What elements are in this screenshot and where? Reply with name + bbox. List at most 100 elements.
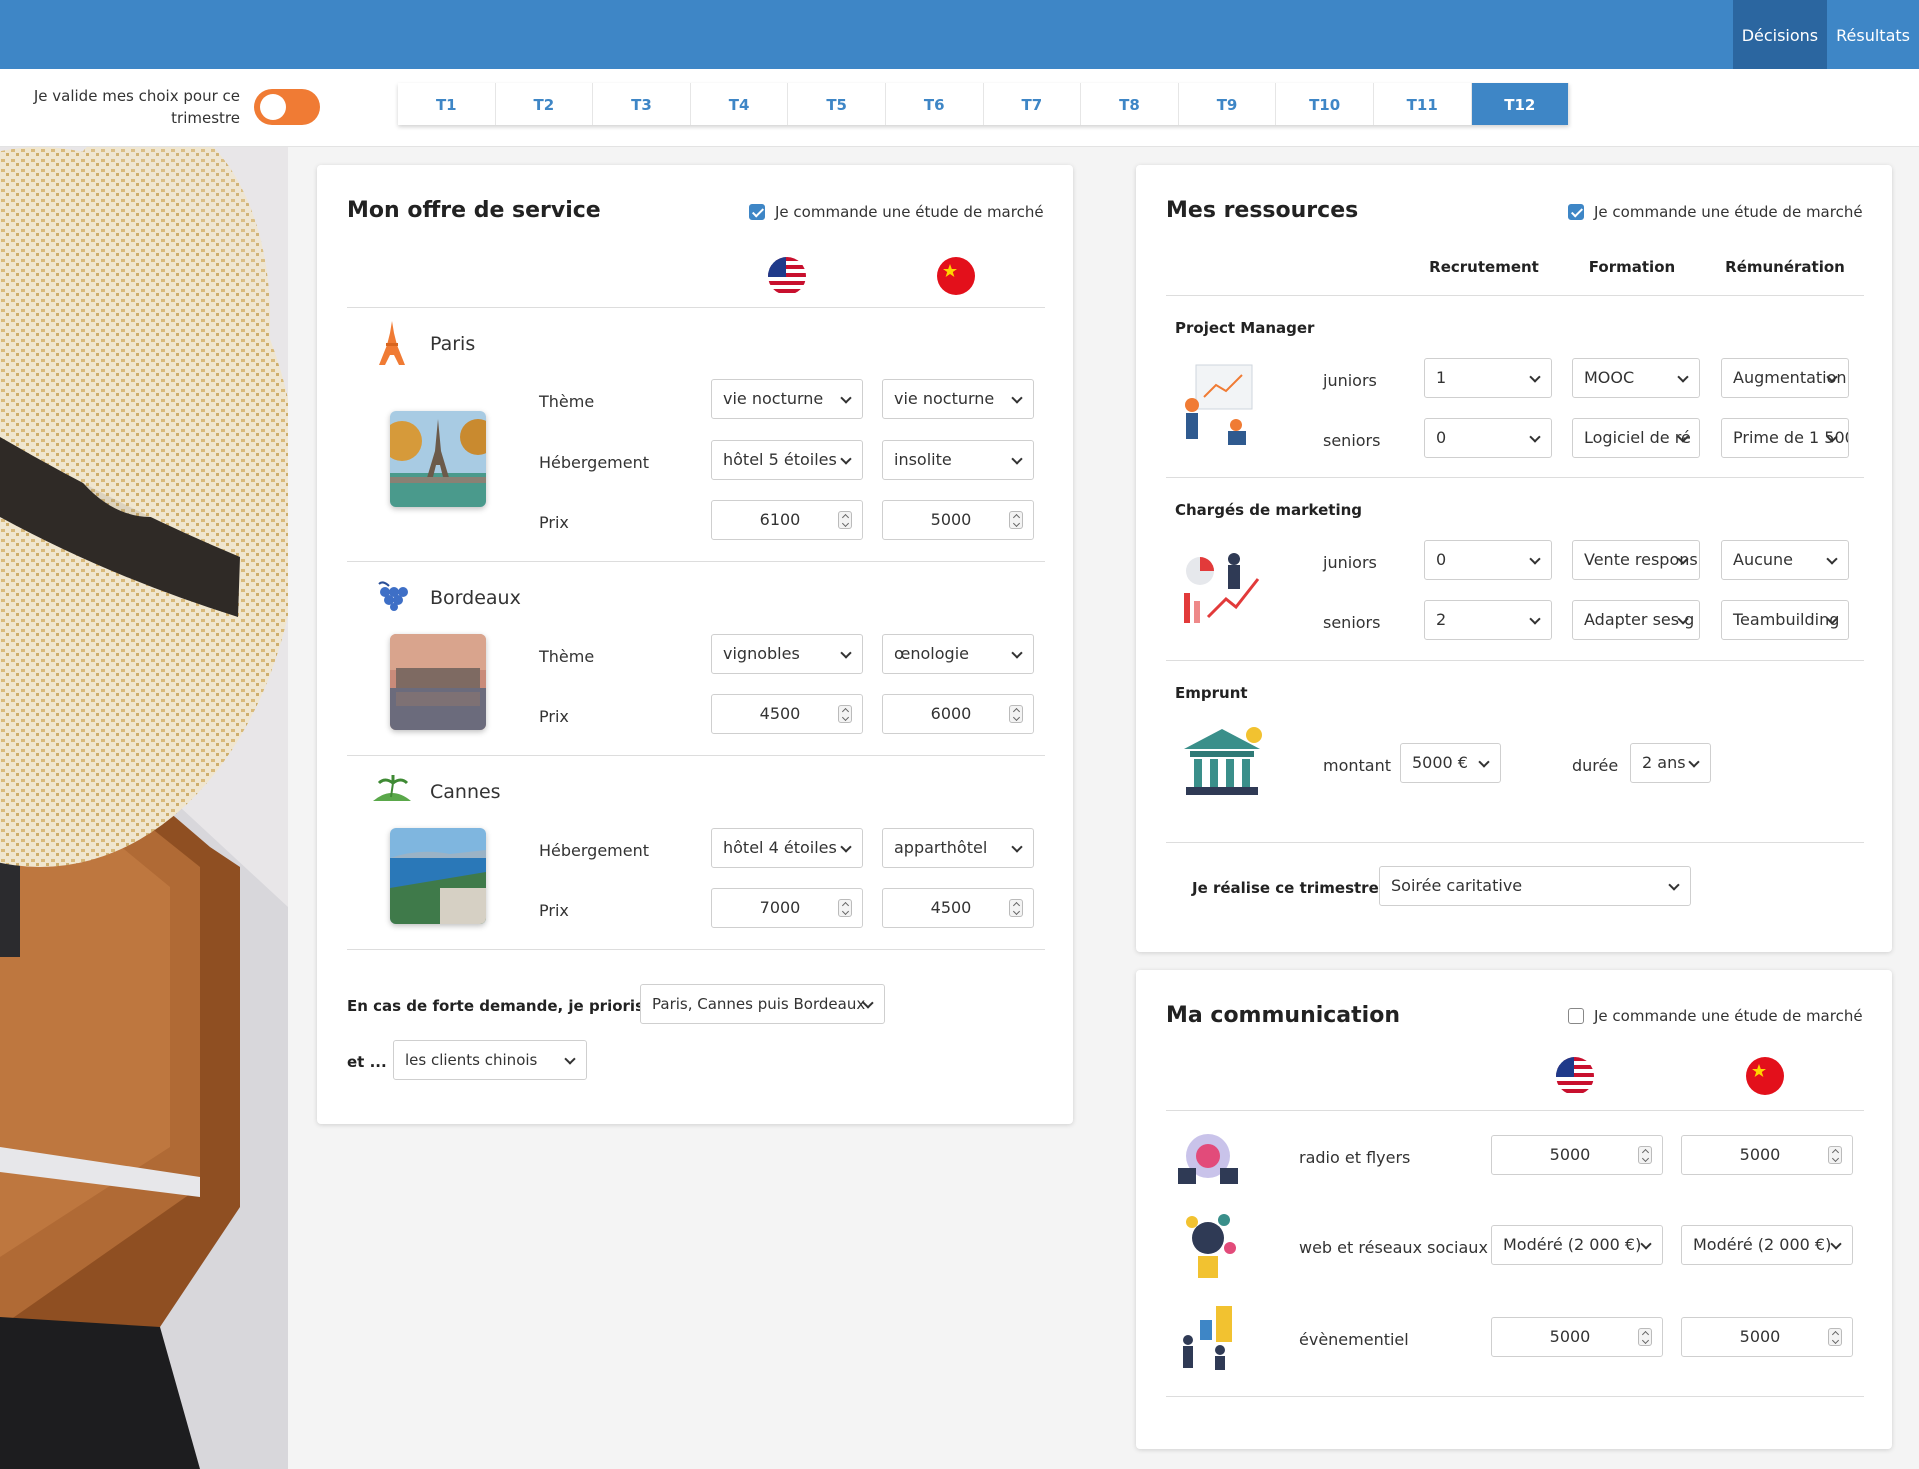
flag-china-icon (1746, 1057, 1784, 1095)
paris-heb-cn-select[interactable]: insolite (882, 440, 1034, 480)
bordeaux-theme-label: Thème (539, 647, 595, 666)
bordeaux-prix-label: Prix (539, 707, 569, 726)
spinner-icon[interactable] (1009, 511, 1023, 529)
mk-juniors-recrutement-select[interactable]: 0 (1424, 540, 1552, 580)
pm-juniors-formation-select[interactable]: MOOC (1572, 358, 1700, 398)
montant-select[interactable]: 5000 € (1400, 743, 1501, 783)
cannes-city: Cannes (430, 781, 501, 803)
tab-t3[interactable]: T3 (593, 83, 691, 125)
paris-prix-cn-input[interactable]: 5000 (882, 500, 1034, 540)
duree-select[interactable]: 2 ans (1630, 743, 1711, 783)
tab-t4[interactable]: T4 (690, 83, 789, 125)
spinner-icon[interactable] (1828, 1146, 1842, 1164)
communication-study-check[interactable]: Je commande une étude de marché (1568, 1007, 1863, 1025)
et-select[interactable]: les clients chinois (393, 1040, 587, 1080)
communication-study-checkbox[interactable] (1568, 1008, 1584, 1024)
paris-theme-cn-select[interactable]: vie nocturne (882, 379, 1034, 419)
tab-t7[interactable]: T7 (983, 83, 1082, 125)
offer-card: Mon offre de service Je commande une étu… (317, 165, 1073, 1124)
pm-juniors-remuneration-select[interactable]: Augmentation (1721, 358, 1849, 398)
bordeaux-prix-us-input[interactable]: 4500 (711, 694, 863, 734)
offer-title: Mon offre de service (347, 198, 601, 223)
mk-seniors-remuneration-select[interactable]: Teambuilding (1721, 600, 1849, 640)
web-us-select[interactable]: Modéré (2 000 €) (1491, 1225, 1663, 1265)
pm-seniors-formation-select[interactable]: Logiciel de ré (1572, 418, 1700, 458)
resources-card: Mes ressources Je commande une étude de … (1136, 165, 1892, 952)
emprunt-title: Emprunt (1175, 684, 1248, 702)
paris-photo (390, 411, 486, 507)
event-us-input[interactable]: 5000 (1491, 1317, 1663, 1357)
spinner-icon[interactable] (1828, 1328, 1842, 1346)
spinner-icon[interactable] (1638, 1328, 1652, 1346)
col-recrutement: Recrutement (1429, 258, 1539, 276)
mk-juniors-remuneration-select[interactable]: Aucune (1721, 540, 1849, 580)
pm-seniors-recrutement-select[interactable]: 0 (1424, 418, 1552, 458)
resources-study-check[interactable]: Je commande une étude de marché (1568, 203, 1863, 221)
cannes-heb-cn-select[interactable]: apparthôtel (882, 828, 1034, 868)
pm-seniors-remuneration-select[interactable]: Prime de 1 500 (1721, 418, 1849, 458)
spinner-icon[interactable] (838, 511, 852, 529)
nav-decisions[interactable]: Décisions (1732, 0, 1828, 69)
resources-study-label: Je commande une étude de marché (1594, 203, 1863, 221)
top-nav: Décisions Résultats (1732, 0, 1919, 69)
offer-study-label: Je commande une étude de marché (775, 203, 1044, 221)
resources-title: Mes ressources (1166, 198, 1359, 223)
paris-city: Paris (430, 333, 476, 355)
realise-select[interactable]: Soirée caritative (1379, 866, 1691, 906)
offer-study-checkbox[interactable] (749, 204, 765, 220)
bordeaux-theme-cn-select[interactable]: œnologie (882, 634, 1034, 674)
radio-us-input[interactable]: 5000 (1491, 1135, 1663, 1175)
cannes-photo (390, 828, 486, 924)
paris-theme-us-select[interactable]: vie nocturne (711, 379, 863, 419)
tab-t10[interactable]: T10 (1276, 83, 1374, 125)
toggle-knob (260, 94, 286, 120)
divider (1166, 1396, 1864, 1397)
resources-study-checkbox[interactable] (1568, 204, 1584, 220)
tab-t6[interactable]: T6 (885, 83, 984, 125)
bordeaux-theme-us-select[interactable]: vignobles (711, 634, 863, 674)
bordeaux-city: Bordeaux (430, 587, 521, 609)
tab-t8[interactable]: T8 (1081, 83, 1179, 125)
mk-juniors-formation-select[interactable]: Vente respons (1572, 540, 1700, 580)
cannes-prix-us-input[interactable]: 7000 (711, 888, 863, 928)
demand-label: En cas de forte demande, je priorise... (347, 997, 672, 1015)
offer-study-check[interactable]: Je commande une étude de marché (749, 203, 1044, 221)
radio-cn-input[interactable]: 5000 (1681, 1135, 1853, 1175)
tab-t9[interactable]: T9 (1178, 83, 1277, 125)
divider (1166, 295, 1864, 296)
spinner-icon[interactable] (1009, 705, 1023, 723)
realise-label: Je réalise ce trimestre... (1192, 879, 1396, 897)
col-remuneration: Rémunération (1725, 258, 1845, 276)
spinner-icon[interactable] (838, 705, 852, 723)
spinner-icon[interactable] (1009, 899, 1023, 917)
mk-seniors-recrutement-select[interactable]: 2 (1424, 600, 1552, 640)
tab-t1[interactable]: T1 (398, 83, 496, 125)
flag-usa-icon (768, 257, 806, 295)
nav-results[interactable]: Résultats (1827, 0, 1919, 69)
spinner-icon[interactable] (1638, 1146, 1652, 1164)
cannes-prix-cn-value: 4500 (930, 898, 972, 917)
bordeaux-prix-cn-input[interactable]: 6000 (882, 694, 1034, 734)
cannes-heb-us-select[interactable]: hôtel 4 étoiles (711, 828, 863, 868)
tab-t11[interactable]: T11 (1373, 83, 1472, 125)
validate-label: Je valide mes choix pour ce trimestre (30, 85, 240, 129)
pm-juniors-recrutement-select[interactable]: 1 (1424, 358, 1552, 398)
pm-juniors-label: juniors (1323, 371, 1377, 390)
tab-t5[interactable]: T5 (788, 83, 886, 125)
validate-toggle[interactable] (254, 89, 320, 125)
tab-t12[interactable]: T12 (1471, 83, 1570, 125)
cannes-prix-cn-input[interactable]: 4500 (882, 888, 1034, 928)
divider (1166, 1110, 1864, 1111)
paris-heb-us-select[interactable]: hôtel 5 étoiles (711, 440, 863, 480)
paris-prix-us-input[interactable]: 6100 (711, 500, 863, 540)
radio-us-value: 5000 (1549, 1145, 1591, 1164)
demand-select[interactable]: Paris, Cannes puis Bordeaux (640, 984, 885, 1024)
tab-t2[interactable]: T2 (495, 83, 594, 125)
web-cn-select[interactable]: Modéré (2 000 €) (1681, 1225, 1853, 1265)
event-cn-input[interactable]: 5000 (1681, 1317, 1853, 1357)
mk-seniors-formation-select[interactable]: Adapter ses g (1572, 600, 1700, 640)
mk-seniors-label: seniors (1323, 613, 1381, 632)
spinner-icon[interactable] (838, 899, 852, 917)
validate-label-line2: trimestre (171, 109, 240, 127)
beach-palm-icon (373, 775, 411, 801)
